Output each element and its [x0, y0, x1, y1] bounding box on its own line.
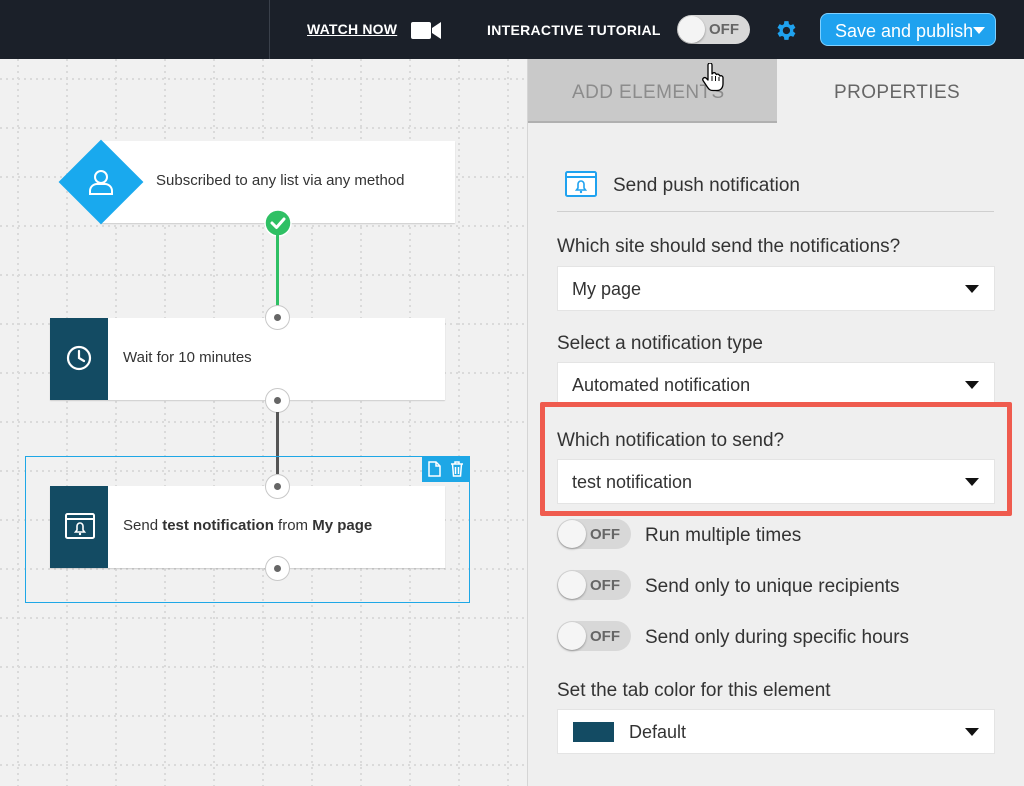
video-camera-icon[interactable] [411, 21, 441, 40]
interactive-tutorial-label: INTERACTIVE TUTORIAL [487, 22, 661, 38]
top-bar: WATCH NOW INTERACTIVE TUTORIAL OFF Save … [0, 0, 1024, 59]
wait-node[interactable]: Wait for 10 minutes [50, 318, 445, 400]
gear-icon[interactable] [773, 18, 798, 43]
wait-text: Wait for 10 minutes [123, 349, 252, 366]
node-actions [422, 457, 469, 482]
connector-port[interactable] [265, 474, 290, 499]
toggle-knob [558, 622, 586, 650]
tab-color-select[interactable]: Default [557, 709, 995, 754]
unique-recipients-label: Send only to unique recipients [645, 576, 900, 597]
notification-type-select[interactable]: Automated notification [557, 362, 995, 407]
chevron-down-icon[interactable] [965, 381, 979, 389]
wait-icon-box [50, 318, 108, 400]
color-swatch [573, 722, 614, 742]
site-name: My page [312, 517, 373, 534]
toggle-state: OFF [590, 577, 620, 594]
user-icon [89, 170, 113, 195]
run-multiple-toggle[interactable]: OFF [557, 519, 631, 549]
hand-cursor-icon [702, 63, 724, 92]
tab-properties-label: PROPERTIES [834, 82, 961, 103]
type-field-label: Select a notification type [557, 333, 763, 354]
push-notification-icon [565, 171, 597, 197]
save-and-publish-button[interactable]: Save and publish [820, 13, 996, 46]
connector-port[interactable] [265, 388, 290, 413]
connector-port[interactable] [265, 556, 290, 581]
type-select-value: Automated notification [572, 375, 751, 395]
toggle-knob [678, 16, 705, 43]
toggle-state: OFF [709, 21, 739, 38]
toggle-state: OFF [590, 526, 620, 543]
site-select-value: My page [572, 279, 642, 299]
specific-hours-label: Send only during specific hours [645, 627, 910, 648]
tab-add-elements[interactable]: ADD ELEMENTS [528, 59, 777, 123]
chevron-down-icon[interactable] [965, 728, 979, 736]
run-multiple-label: Run multiple times [645, 525, 802, 546]
site-field-label: Which site should send the notifications… [557, 236, 901, 257]
highlight-frame [540, 402, 1012, 516]
unique-recipients-toggle[interactable]: OFF [557, 570, 631, 600]
trigger-text: Subscribed to any list via any method [156, 172, 405, 189]
trash-icon[interactable] [450, 461, 464, 477]
caret-down-icon[interactable] [973, 27, 985, 34]
toggle-knob [558, 571, 586, 599]
connector-port[interactable] [265, 305, 290, 330]
site-select[interactable]: My page [557, 266, 995, 311]
send-notification-node[interactable]: Send test notification from My page [50, 486, 445, 568]
save-label: Save and publish [835, 21, 974, 41]
send-text: Send test notification from My page [123, 517, 372, 534]
tab-color-label: Set the tab color for this element [557, 680, 831, 701]
send-mid: from [273, 517, 313, 534]
element-title: Send push notification [613, 175, 800, 196]
toggle-state: OFF [590, 628, 620, 645]
clock-icon [66, 345, 92, 371]
tab-color-value: Default [629, 722, 687, 742]
divider [557, 211, 994, 212]
chevron-down-icon[interactable] [965, 285, 979, 293]
tab-properties[interactable]: PROPERTIES [777, 59, 1024, 123]
notification-name: test notification [162, 517, 274, 534]
send-prefix: Send [123, 517, 163, 534]
watch-now-link[interactable]: WATCH NOW [307, 21, 397, 37]
send-icon-box [50, 486, 108, 568]
toggle-knob [558, 520, 586, 548]
tutorial-toggle[interactable]: OFF [677, 15, 750, 44]
connector-line [276, 232, 279, 307]
divider [269, 0, 270, 59]
specific-hours-toggle[interactable]: OFF [557, 621, 631, 651]
push-notification-icon [65, 513, 95, 539]
copy-icon[interactable] [428, 461, 441, 477]
